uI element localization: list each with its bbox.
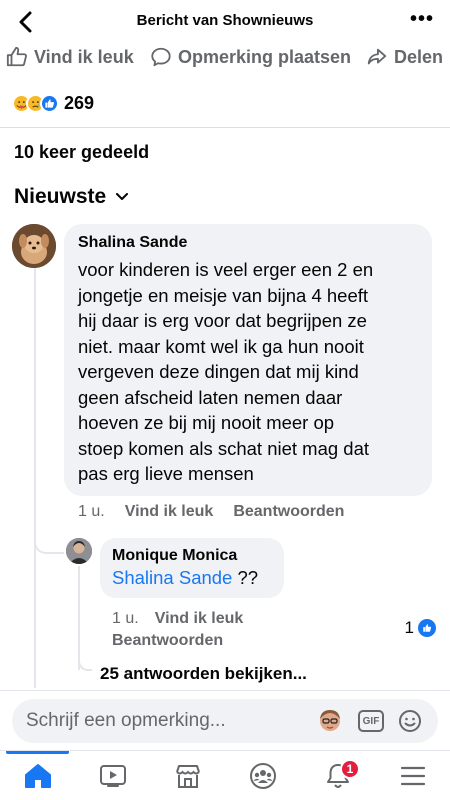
share-button-label: Delen — [394, 46, 444, 67]
view-more-replies-link[interactable]: 25 antwoorden bekijken... — [100, 664, 307, 684]
tab-home[interactable] — [0, 751, 75, 800]
reply-like-count-value: 1 — [404, 618, 414, 637]
bottom-tab-bar: 1 — [0, 750, 450, 800]
reply-mention-link[interactable]: Shalina Sande — [112, 567, 232, 588]
gif-button[interactable]: GIF — [358, 710, 384, 732]
comment-time: 1 u. — [78, 503, 105, 520]
like-button[interactable]: Vind ik leuk — [6, 42, 134, 72]
comment-meta: 1 u. Vind ik leuk Beantwoorden — [78, 503, 344, 521]
thumbs-up-icon — [6, 46, 27, 67]
reply-reply-button[interactable]: Beantwoorden — [112, 632, 223, 649]
like-reaction-icon — [418, 619, 436, 637]
reply-text-body: ?? — [232, 567, 259, 588]
reply-text: Shalina Sande ?? — [112, 567, 272, 589]
reply-thread-branch — [78, 655, 92, 671]
shares-count[interactable]: 10 keer gedeeld — [14, 142, 149, 163]
sort-label: Nieuwste — [14, 185, 107, 208]
tab-video[interactable] — [75, 751, 150, 800]
post-actions: Vind ik leuk Opmerking plaatsen Delen — [0, 42, 450, 72]
composer-field-wrap: GIF — [12, 699, 438, 743]
avatar-sticker-button[interactable] — [316, 707, 344, 735]
emoji-icon — [399, 710, 421, 732]
reply-like-count[interactable]: 1 — [405, 618, 436, 638]
thread-line — [34, 268, 36, 688]
tab-menu[interactable] — [375, 751, 450, 800]
avatar-sticker-icon — [320, 710, 340, 731]
comment-author[interactable]: Shalina Sande — [78, 234, 418, 252]
reply-author[interactable]: Monique Monica — [112, 547, 272, 565]
comment-reply-button[interactable]: Beantwoorden — [233, 503, 344, 521]
tab-notifications[interactable]: 1 — [300, 751, 375, 800]
avatar[interactable] — [12, 224, 56, 268]
reply-meta: 1 u. Vind ik leuk Beantwoorden — [112, 608, 312, 652]
tab-groups[interactable] — [225, 751, 300, 800]
like-reaction-icon — [40, 93, 59, 113]
home-icon — [24, 764, 51, 788]
divider — [0, 127, 450, 128]
like-button-label: Vind ik leuk — [34, 46, 134, 67]
page-title: Bericht van Shownieuws — [136, 12, 314, 29]
comment-bubble[interactable]: Shalina Sande voor kinderen is veel erge… — [64, 224, 432, 496]
reaction-count: 269 — [64, 92, 95, 113]
share-button[interactable]: Delen — [366, 42, 443, 72]
more-options-button[interactable]: ••• — [408, 8, 436, 36]
comment-button-label: Opmerking plaatsen — [178, 46, 352, 67]
reactions-summary[interactable]: 269 — [12, 90, 94, 116]
video-icon — [99, 765, 126, 787]
groups-icon — [249, 763, 276, 789]
emoji-button[interactable] — [396, 707, 424, 735]
reply-avatar[interactable] — [66, 538, 92, 564]
comment-composer: GIF — [0, 690, 450, 750]
reply-bubble[interactable]: Monique Monica Shalina Sande ?? — [100, 538, 284, 598]
menu-icon — [400, 766, 425, 786]
comment-like-button[interactable]: Vind ik leuk — [125, 503, 214, 521]
chevron-down-icon — [116, 193, 129, 200]
thread-branch — [34, 534, 64, 554]
tab-marketplace[interactable] — [150, 751, 225, 800]
comment-button[interactable]: Opmerking plaatsen — [150, 42, 351, 72]
share-icon — [367, 48, 387, 65]
comment-input[interactable] — [26, 705, 306, 737]
marketplace-icon — [175, 765, 200, 788]
sort-dropdown[interactable]: Nieuwste — [14, 185, 129, 209]
comment-text: voor kinderen is veel erger een 2 en jon… — [78, 259, 374, 484]
top-bar: Bericht van Shownieuws ••• — [0, 0, 450, 44]
comment-icon — [151, 47, 171, 67]
notification-badge: 1 — [340, 759, 360, 779]
reply-like-button[interactable]: Vind ik leuk — [155, 610, 244, 627]
reply-time: 1 u. — [112, 610, 139, 627]
